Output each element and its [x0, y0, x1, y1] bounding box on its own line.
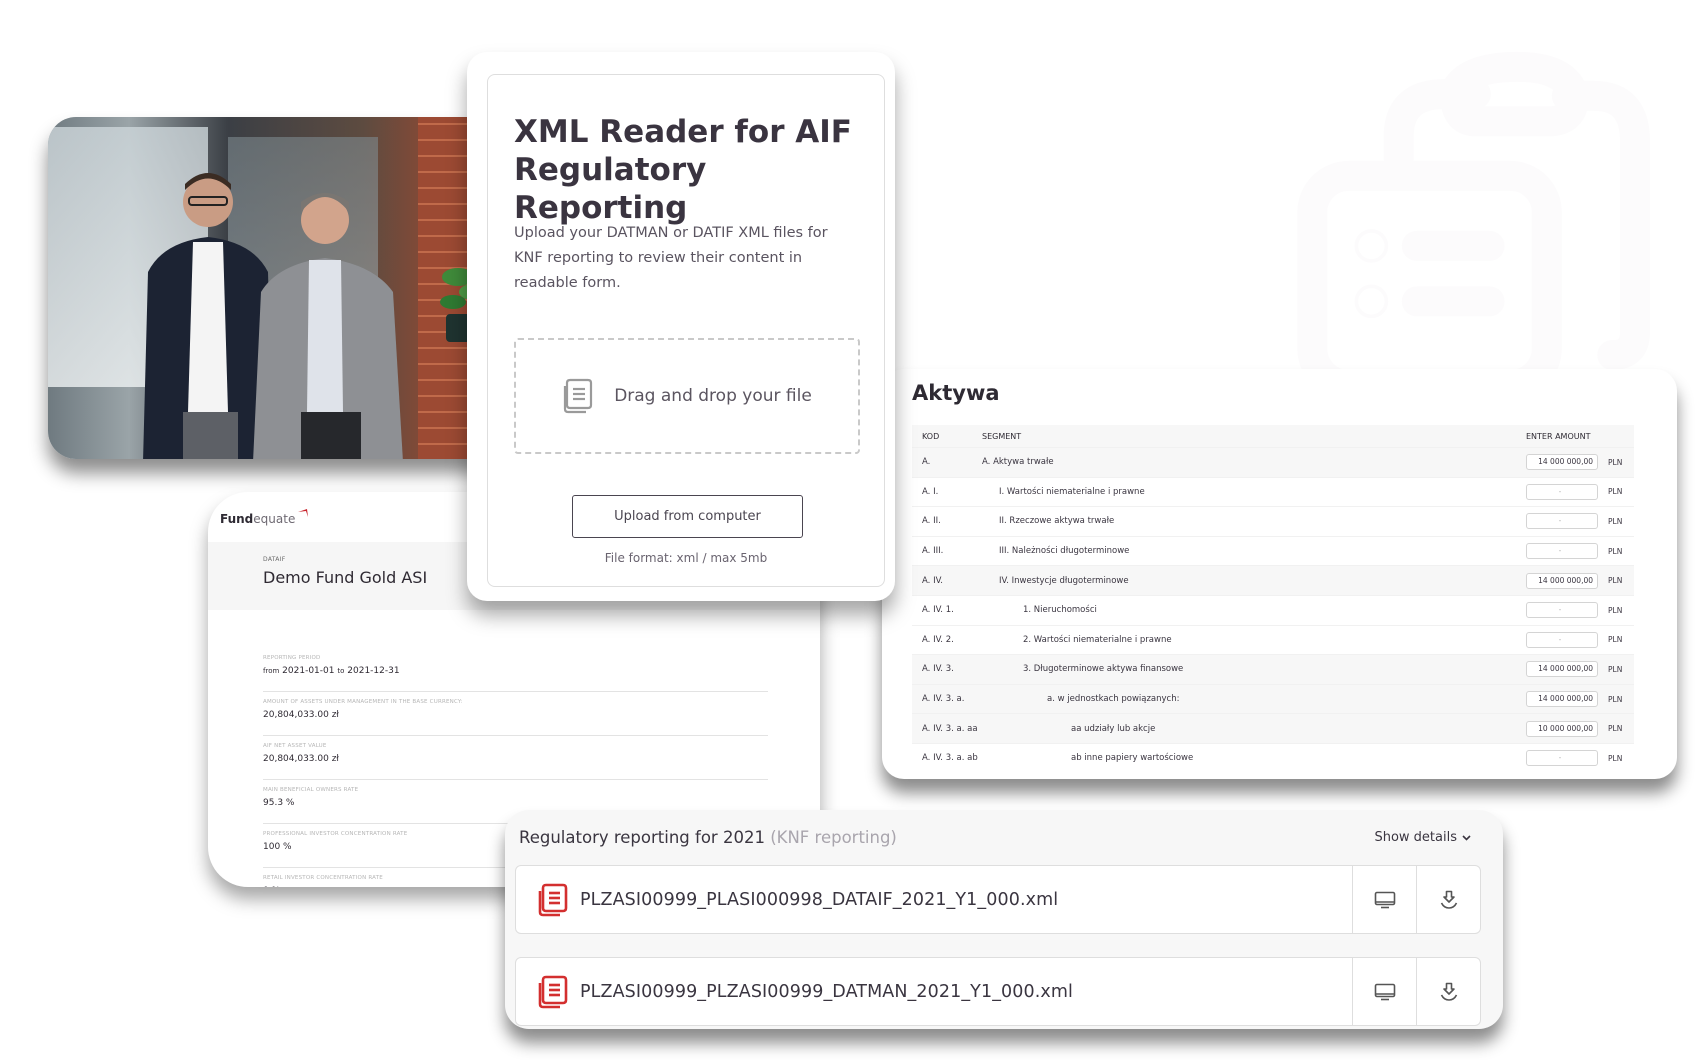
row-code: A. IV. 3. a. aa [922, 723, 978, 734]
row-segment: ab inne papiery wartościowe [1071, 753, 1194, 764]
monitor-icon [1374, 983, 1395, 1000]
table-row: A. III. III. Należności długoterminowe - PL… [912, 535, 1634, 566]
amount-input[interactable]: - [1526, 513, 1598, 530]
xml-reader-card: XML Reader for AIF Regulatory Reporting … [467, 52, 895, 601]
amount-input[interactable]: 10 000 000,00 [1526, 720, 1598, 737]
dropzone-label: Drag and drop your file [614, 386, 812, 406]
xml-reader-panel: XML Reader for AIF Regulatory Reporting … [487, 74, 885, 587]
row-code: A. III. [922, 546, 944, 557]
column-header-kod: KOD [922, 431, 940, 441]
row-code: A. IV. [922, 575, 943, 586]
table-row: A. IV. 3. a. ab ab inne papiery wartościo… [912, 742, 1634, 773]
amount-input[interactable]: - [1526, 750, 1598, 767]
download-button[interactable] [1416, 958, 1480, 1025]
clipboard-list-icon [1297, 51, 1650, 385]
table-row: A. IV. 3. 3. Długoterminowe aktywa finans… [912, 654, 1634, 684]
regulatory-reporting-title: Regulatory reporting for 2021 (KNF repor… [519, 828, 897, 847]
currency-label: PLN [1608, 546, 1623, 556]
regulatory-reporting-card: Regulatory reporting for 2021 (KNF repor… [505, 810, 1503, 1029]
amount-input[interactable]: 14 000 000,00 [1526, 572, 1598, 589]
row-code: A. IV. 1. [922, 605, 954, 616]
person-illustration [253, 193, 403, 459]
documents-icon [564, 378, 593, 414]
team-photo [48, 117, 498, 459]
amount-input[interactable]: - [1526, 543, 1598, 560]
row-segment: 3. Długoterminowe aktywa finansowe [1023, 664, 1184, 675]
row-code: A. IV. 3. a. [922, 694, 965, 705]
row-segment: A. Aktywa trwałe [982, 457, 1054, 468]
xml-file-icon [538, 975, 568, 1008]
download-icon [1440, 982, 1457, 1001]
chevron-down-icon [1462, 834, 1471, 841]
table-row: A. I. I. Wartości niematerialne i prawne -… [912, 476, 1634, 507]
xml-reader-title: XML Reader for AIF Regulatory Reporting [514, 114, 852, 226]
amount-input[interactable]: 14 000 000,00 [1526, 454, 1598, 471]
aktywa-table: KOD SEGMENT ENTER AMOUNT A. A. Aktywa trw… [912, 425, 1634, 773]
period-from: 2021-01-01 [282, 666, 335, 676]
row-segment: I. Wartości niematerialne i prawne [999, 486, 1145, 497]
currency-label: PLN [1608, 635, 1623, 645]
table-header: KOD SEGMENT ENTER AMOUNT [912, 425, 1634, 447]
file-name[interactable]: PLZASI00999_PLASI000998_DATAIF_2021_Y1_0… [580, 890, 1352, 910]
row-code: A. [922, 457, 931, 468]
upload-from-computer-button[interactable]: Upload from computer [572, 495, 803, 538]
preview-button[interactable] [1352, 866, 1416, 933]
currency-label: PLN [1608, 724, 1623, 734]
column-header-amount: ENTER AMOUNT [1526, 431, 1591, 441]
row-segment: II. Rzeczowe aktywa trwałe [999, 516, 1115, 527]
row-code: A. IV. 2. [922, 634, 954, 645]
table-row: A. A. Aktywa trwałe 14 000 000,00 PLN [912, 447, 1634, 477]
file-row: PLZASI00999_PLASI000998_DATAIF_2021_Y1_0… [515, 865, 1481, 934]
assets-under-management: Amount of assets under management in the… [263, 692, 768, 736]
amount-input[interactable]: - [1526, 483, 1598, 500]
net-asset-value: AIF net asset value 20,804,033.00 zł [263, 736, 768, 780]
file-name[interactable]: PLZASI00999_PLZASI00999_DATMAN_2021_Y1_0… [580, 982, 1352, 1002]
row-segment: aa udziały lub akcje [1071, 723, 1156, 734]
table-row: A. IV. 3. a. a. w jednostkach powiązanych… [912, 683, 1634, 714]
file-row: PLZASI00999_PLZASI00999_DATMAN_2021_Y1_0… [515, 957, 1481, 1026]
amount-input[interactable]: - [1526, 602, 1598, 619]
file-format-note: File format: xml / max 5mb [604, 551, 768, 565]
row-code: A. IV. 3. a. ab [922, 753, 978, 764]
period-to: 2021-12-31 [347, 666, 400, 676]
row-segment: a. w jednostkach powiązanych: [1047, 694, 1180, 705]
row-code: A. II. [922, 516, 941, 527]
download-icon [1440, 890, 1457, 909]
logo-swoosh-icon [298, 509, 309, 517]
currency-label: PLN [1608, 753, 1623, 763]
xml-file-icon [538, 883, 568, 916]
regulatory-reporting-subtitle: (KNF reporting) [770, 828, 897, 847]
table-row: A. IV. 3. a. aa aa udziały lub akcje 10 00… [912, 713, 1634, 743]
row-segment: IV. Inwestycje długoterminowe [999, 575, 1129, 586]
row-code: A. IV. 3. [922, 664, 954, 675]
reporting-period: Reporting period from 2021-01-01 to 2021… [263, 648, 768, 692]
aktywa-title: Aktywa [912, 381, 1000, 405]
currency-label: PLN [1608, 487, 1623, 497]
table-row: A. IV. 1. 1. Nieruchomości - PLN [912, 594, 1634, 625]
amount-input[interactable]: - [1526, 631, 1598, 648]
row-segment: 2. Wartości niematerialne i prawne [1023, 634, 1172, 645]
row-segment: III. Należności długoterminowe [999, 546, 1130, 557]
monitor-icon [1374, 891, 1395, 908]
row-code: A. I. [922, 486, 939, 497]
currency-label: PLN [1608, 664, 1623, 674]
row-segment: 1. Nieruchomości [1023, 605, 1097, 616]
show-details-toggle[interactable]: Show details [1374, 830, 1471, 845]
amount-input[interactable]: 14 000 000,00 [1526, 691, 1598, 708]
table-row: A. II. II. Rzeczowe aktywa trwałe - PLN [912, 506, 1634, 536]
preview-button[interactable] [1352, 958, 1416, 1025]
column-header-segment: SEGMENT [982, 431, 1022, 441]
table-row: A. IV. IV. Inwestycje długoterminowe 14 00… [912, 565, 1634, 595]
currency-label: PLN [1608, 516, 1623, 526]
currency-label: PLN [1608, 457, 1623, 467]
aktywa-card: Aktywa KOD SEGMENT ENTER AMOUNT A. A. Akt… [882, 369, 1677, 779]
currency-label: PLN [1608, 694, 1623, 704]
table-row: A. IV. 2. 2. Wartości niematerialne i pra… [912, 624, 1634, 655]
file-dropzone[interactable]: Drag and drop your file [514, 338, 860, 454]
currency-label: PLN [1608, 605, 1623, 615]
download-button[interactable] [1416, 866, 1480, 933]
currency-label: PLN [1608, 576, 1623, 586]
xml-reader-description: Upload your DATMAN or DATIF XML files fo… [514, 225, 828, 291]
amount-input[interactable]: 14 000 000,00 [1526, 661, 1598, 678]
